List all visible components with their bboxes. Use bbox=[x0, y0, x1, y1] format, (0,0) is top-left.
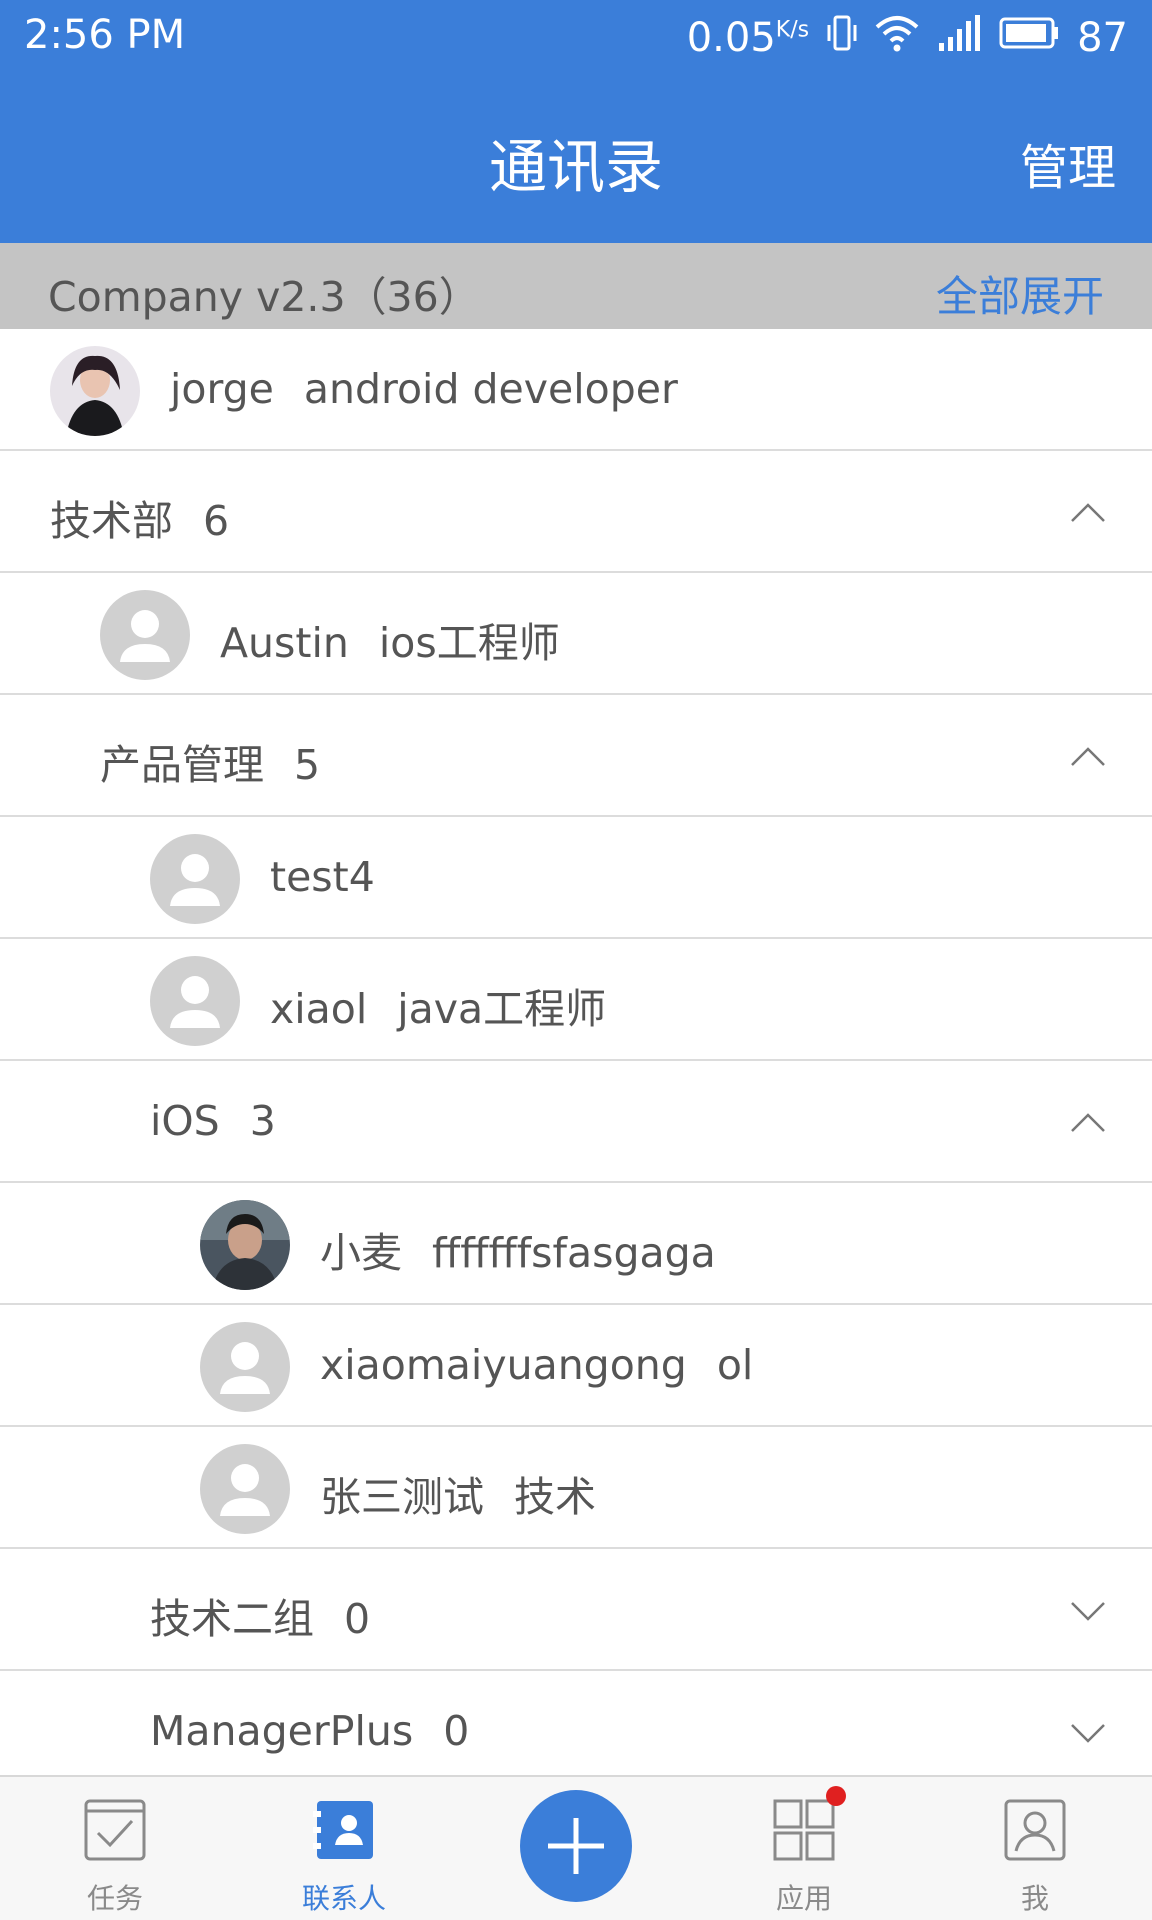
list-item[interactable]: 小麦 fffffffsfasgaga bbox=[0, 1183, 1152, 1305]
company-header: Company v2.3（36） 全部展开 bbox=[0, 243, 1152, 329]
group-count: 5 bbox=[294, 741, 321, 789]
member-text: Austin ios工程师 bbox=[220, 609, 560, 669]
status-bar: 2:56 PM 0.05K/s 87 bbox=[0, 0, 1152, 78]
avatar bbox=[150, 834, 240, 924]
tab-contacts[interactable]: 联系人 bbox=[254, 1777, 434, 1920]
chevron-down-icon bbox=[1071, 1724, 1105, 1743]
tab-apps[interactable]: 应用 bbox=[714, 1777, 894, 1920]
avatar bbox=[200, 1444, 290, 1534]
group-text: 技术二组 0 bbox=[150, 1585, 370, 1645]
member-role: java工程师 bbox=[397, 985, 607, 1033]
group-count: 6 bbox=[203, 497, 230, 545]
member-name: xiaol bbox=[270, 985, 368, 1033]
group-row[interactable]: 产品管理 5 bbox=[0, 695, 1152, 817]
group-row[interactable]: iOS 3 bbox=[0, 1061, 1152, 1183]
profile-icon bbox=[1004, 1799, 1066, 1861]
group-text: 技术部 6 bbox=[50, 487, 229, 547]
manage-button[interactable]: 管理 bbox=[1020, 128, 1116, 198]
list-item[interactable]: xiaomaiyuangong ol bbox=[0, 1305, 1152, 1427]
member-name: Austin bbox=[220, 619, 349, 667]
list-item[interactable]: jorge android developer bbox=[0, 329, 1152, 451]
app-bar: 2:56 PM 0.05K/s 87 通讯录 管理 bbox=[0, 0, 1152, 243]
group-count: 3 bbox=[249, 1097, 276, 1145]
list-item[interactable]: Austin ios工程师 bbox=[0, 573, 1152, 695]
status-time: 2:56 PM bbox=[24, 12, 186, 58]
group-text: iOS 3 bbox=[150, 1097, 276, 1145]
member-text: xiaomaiyuangong ol bbox=[320, 1341, 753, 1389]
notification-badge bbox=[826, 1786, 846, 1806]
avatar bbox=[150, 956, 240, 1046]
tab-apps-label: 应用 bbox=[775, 1882, 832, 1915]
company-name: Company v2.3（36） bbox=[48, 273, 480, 321]
battery-level: 87 bbox=[1077, 15, 1128, 61]
signal-icon bbox=[937, 13, 981, 63]
group-name: 技术二组 bbox=[150, 1595, 314, 1643]
list-item[interactable]: 张三测试 技术 bbox=[0, 1427, 1152, 1549]
member-role: ios工程师 bbox=[378, 619, 560, 667]
group-row[interactable]: 技术部 6 bbox=[0, 451, 1152, 573]
battery-icon bbox=[999, 15, 1059, 61]
member-text: test4 bbox=[270, 853, 375, 901]
status-indicators: 0.05K/s 87 bbox=[687, 12, 1128, 64]
task-icon bbox=[84, 1799, 146, 1861]
group-row[interactable]: 技术二组 0 bbox=[0, 1549, 1152, 1671]
plus-icon bbox=[548, 1818, 604, 1874]
chevron-up-icon bbox=[1071, 503, 1105, 522]
tab-contacts-label: 联系人 bbox=[301, 1882, 386, 1915]
network-speed: 0.05K/s bbox=[687, 15, 809, 61]
group-name: iOS bbox=[150, 1097, 220, 1145]
network-speed-value: 0.05 bbox=[686, 15, 776, 61]
contacts-icon bbox=[313, 1801, 373, 1859]
group-name: 产品管理 bbox=[100, 741, 264, 789]
member-text: jorge android developer bbox=[170, 365, 678, 413]
member-role: android developer bbox=[303, 365, 678, 413]
avatar bbox=[200, 1200, 290, 1290]
member-role: ol bbox=[716, 1341, 754, 1389]
add-button[interactable] bbox=[520, 1790, 632, 1902]
member-text: xiaol java工程师 bbox=[270, 975, 606, 1035]
group-count: 0 bbox=[443, 1707, 470, 1755]
vibrate-icon bbox=[827, 13, 857, 63]
chevron-up-icon bbox=[1071, 1113, 1105, 1132]
avatar bbox=[200, 1322, 290, 1412]
group-text: 产品管理 5 bbox=[100, 731, 320, 791]
page-title: 通讯录 bbox=[488, 133, 663, 201]
tab-tasks[interactable]: 任务 bbox=[25, 1777, 205, 1920]
avatar bbox=[50, 346, 140, 436]
wifi-icon bbox=[875, 13, 919, 63]
member-role: fffffffsfasgaga bbox=[432, 1229, 716, 1277]
tab-me-label: 我 bbox=[1020, 1882, 1049, 1915]
contact-list: jorge android developer 技术部 6 Austin ios工程师… bbox=[0, 329, 1152, 1793]
avatar bbox=[100, 590, 190, 680]
member-name: xiaomaiyuangong bbox=[320, 1341, 687, 1389]
tab-tasks-label: 任务 bbox=[86, 1882, 143, 1915]
member-name: 小麦 bbox=[320, 1229, 402, 1277]
group-count: 0 bbox=[344, 1595, 371, 1643]
expand-all-button[interactable]: 全部展开 bbox=[936, 263, 1104, 324]
chevron-down-icon bbox=[1071, 1602, 1105, 1621]
group-name: ManagerPlus bbox=[150, 1707, 414, 1755]
member-name: jorge bbox=[170, 365, 274, 413]
member-name: 张三测试 bbox=[320, 1473, 484, 1521]
list-item[interactable]: xiaol java工程师 bbox=[0, 939, 1152, 1061]
member-name: test4 bbox=[270, 853, 375, 901]
member-role: 技术 bbox=[514, 1473, 596, 1521]
chevron-up-icon bbox=[1071, 747, 1105, 766]
group-text: ManagerPlus 0 bbox=[150, 1707, 469, 1755]
member-text: 小麦 fffffffsfasgaga bbox=[320, 1219, 716, 1279]
member-text: 张三测试 技术 bbox=[320, 1463, 596, 1523]
group-name: 技术部 bbox=[50, 497, 173, 545]
list-item[interactable]: test4 bbox=[0, 817, 1152, 939]
network-speed-unit: K/s bbox=[775, 17, 810, 43]
apps-grid-icon bbox=[773, 1799, 835, 1861]
tab-me[interactable]: 我 bbox=[945, 1777, 1125, 1920]
